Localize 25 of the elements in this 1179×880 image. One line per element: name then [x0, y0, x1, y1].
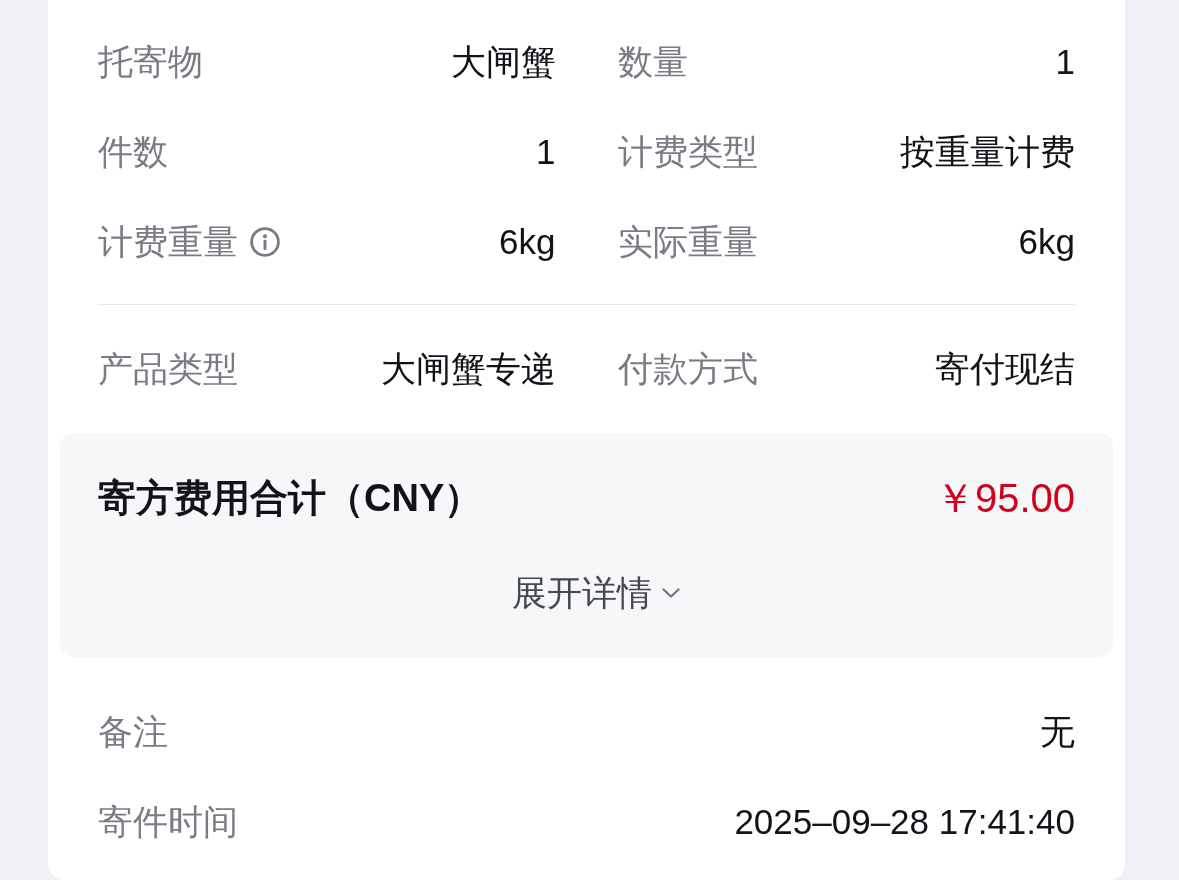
field-value: 1 [1055, 42, 1075, 82]
field-label: 计费重量 [98, 220, 238, 263]
expand-details-button[interactable]: 展开详情 [511, 569, 680, 617]
field-label: 寄件时间 [98, 800, 238, 843]
field-label: 产品类型 [98, 347, 238, 390]
field-value: 大闸蟹 [450, 40, 556, 83]
fee-total-amount: ￥95.00 [934, 474, 1075, 522]
field-label: 计费类型 [617, 130, 758, 173]
field-value: 大闸蟹专递 [380, 347, 556, 390]
field-label: 备注 [98, 710, 168, 753]
field-label: 件数 [98, 130, 168, 173]
field-label: 数量 [617, 40, 688, 83]
field-value: 寄付现结 [935, 347, 1075, 390]
field-label: 付款方式 [617, 347, 758, 390]
field-label: 托寄物 [98, 40, 203, 83]
info-icon[interactable] [250, 227, 280, 257]
field-label: 实际重量 [617, 220, 758, 263]
fee-total-label: 寄方费用合计（CNY） [98, 475, 483, 521]
field-value: 无 [1040, 710, 1075, 753]
field-value: 按重量计费 [900, 130, 1075, 173]
field-value: 6kg [499, 222, 556, 262]
chevron-down-icon [661, 588, 680, 598]
field-value: 1 [536, 132, 556, 172]
field-value: 6kg [1018, 222, 1075, 262]
field-value: 2025–09–28 17:41:40 [734, 802, 1075, 842]
